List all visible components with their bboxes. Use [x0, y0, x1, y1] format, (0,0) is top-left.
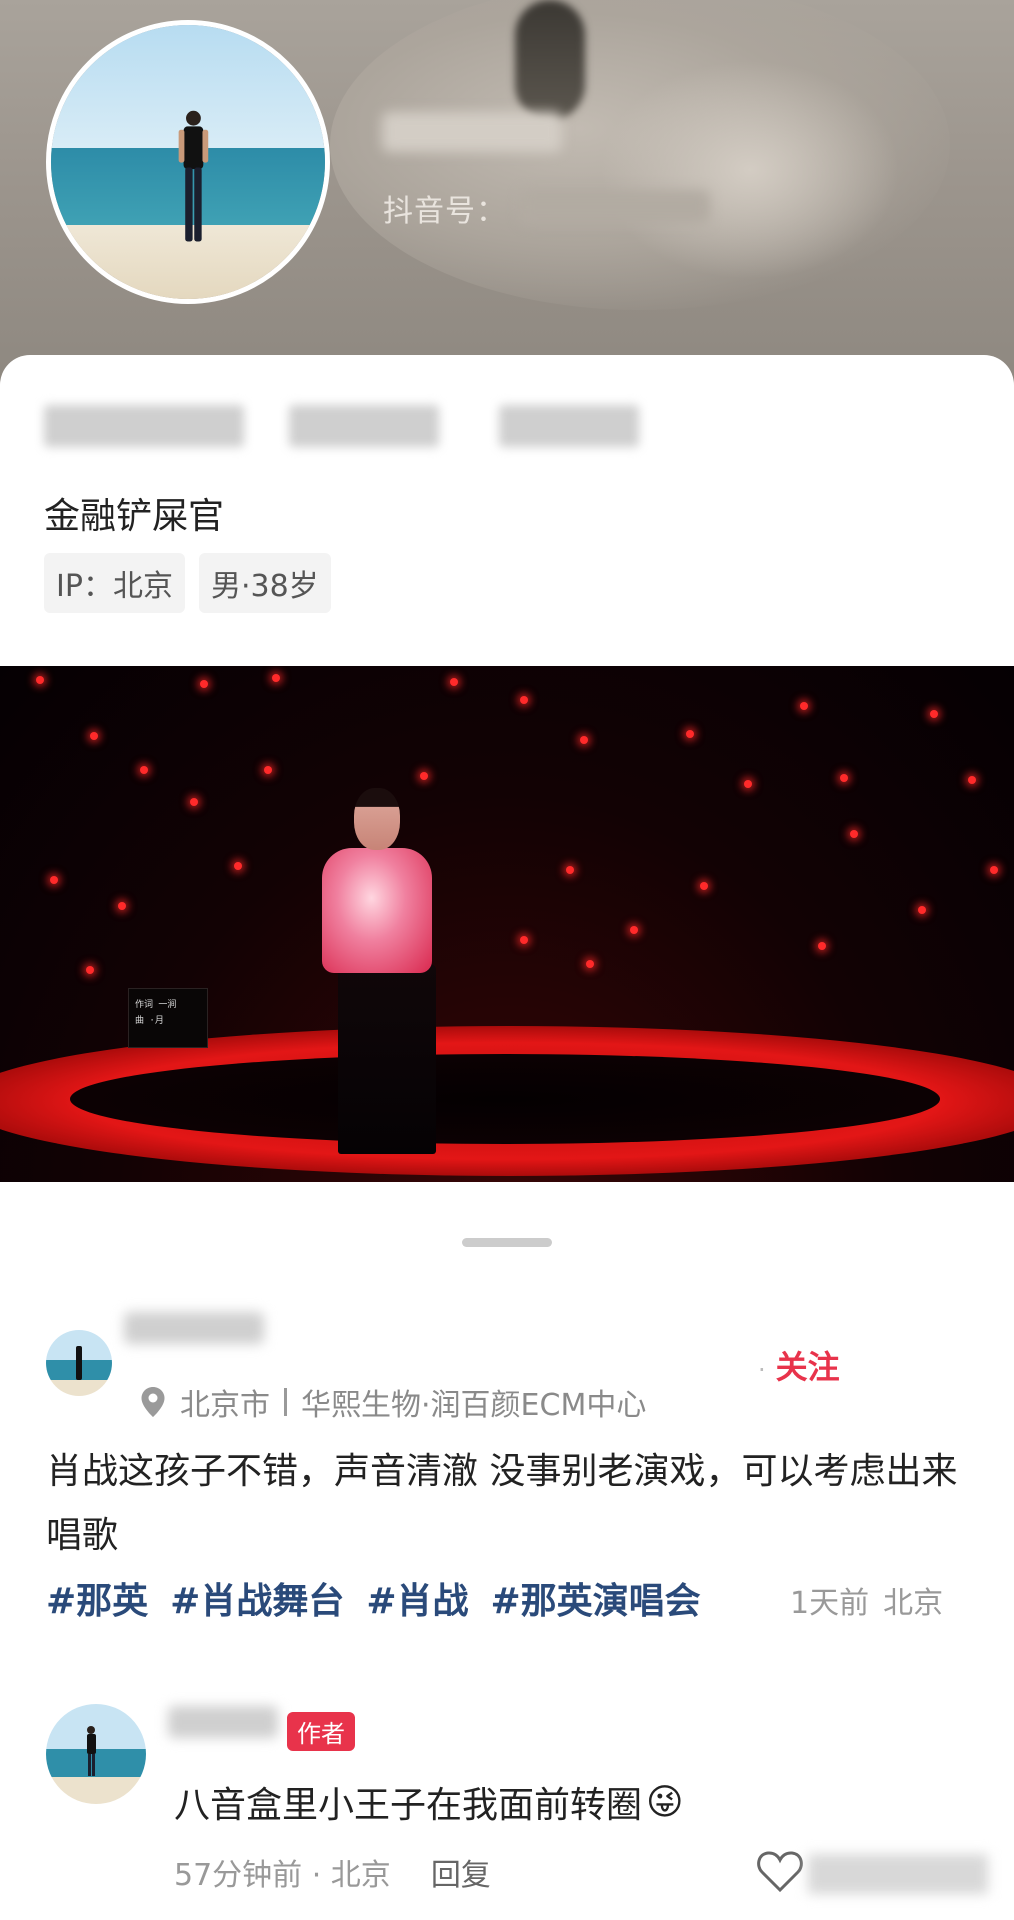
profile-card: 金融铲屎官 IP：北京 男·38岁 — [0, 355, 1014, 665]
ip-tag: IP：北京 — [44, 553, 185, 613]
profile-bio: 金融铲屎官 — [44, 496, 225, 537]
blurred-background-highlight — [600, 60, 900, 280]
stage-center — [70, 1054, 940, 1144]
follow-button[interactable]: · 关注 — [758, 1342, 840, 1388]
blurred-author-name — [168, 1706, 278, 1738]
comment-region: 北京 — [883, 1586, 944, 1621]
profile-header: 抖音号： — [0, 0, 1014, 400]
profile-avatar[interactable] — [46, 20, 330, 304]
stage-screen: 作词 一涧 曲 ·月 — [128, 988, 208, 1048]
location-divider — [284, 1388, 287, 1416]
blurred-background-shape — [515, 0, 585, 120]
singer-figure — [338, 964, 436, 1154]
hashtag-link[interactable]: #那英 — [46, 1572, 148, 1624]
drag-handle[interactable] — [462, 1238, 552, 1247]
reply-text: 八音盒里小王子在我面前转圈 😜 — [174, 1781, 684, 1827]
location-pin-icon — [141, 1387, 165, 1417]
reply-time-region: 57分钟前 · 北京 — [174, 1858, 391, 1893]
hashtag-link[interactable]: #肖战舞台 — [170, 1572, 344, 1624]
blurred-commenter-name — [124, 1312, 264, 1344]
location-city: 北京市 — [180, 1388, 270, 1423]
comment-text: 肖战这孩子不错，声音清澈 没事别老演戏，可以考虑出来唱歌 — [46, 1451, 958, 1556]
location-venue: 华熙生物·润百颜ECM中心 — [301, 1388, 647, 1423]
like-heart-icon[interactable] — [752, 1842, 808, 1898]
blurred-douyin-id — [520, 190, 710, 224]
author-badge: 作者 — [287, 1712, 355, 1751]
blurred-watermark — [808, 1854, 988, 1894]
author-avatar[interactable] — [46, 1704, 146, 1804]
gender-age-tag: 男·38岁 — [198, 553, 331, 613]
reply-button[interactable]: 回复 — [431, 1850, 491, 1894]
comment-location[interactable]: 北京市 华熙生物·润百颜ECM中心 — [140, 1380, 646, 1424]
commenter-avatar[interactable] — [46, 1330, 112, 1396]
wink-emoji-icon: 😜 — [646, 1781, 684, 1823]
profile-tags: IP：北京 男·38岁 — [44, 553, 331, 613]
comment-sheet: · 关注 北京市 华熙生物·润百颜ECM中心 肖战这孩子不错，声音清澈 没事别老演… — [0, 1218, 1014, 1920]
hashtag-list: #那英 #肖战舞台 #肖战 #那英演唱会 — [46, 1572, 701, 1624]
person-figure — [178, 111, 209, 242]
reply-meta: 57分钟前 · 北京 回复 — [174, 1850, 491, 1894]
hashtag-link[interactable]: #肖战 — [366, 1572, 468, 1624]
blurred-username — [382, 112, 562, 152]
hashtag-link[interactable]: #那英演唱会 — [491, 1572, 701, 1624]
video-player[interactable]: 作词 一涧 曲 ·月 — [0, 666, 1014, 1182]
comment-time: 1天前 — [790, 1586, 870, 1621]
douyin-id-label: 抖音号： — [383, 194, 507, 229]
comment-meta: 1天前 北京 — [790, 1578, 943, 1622]
